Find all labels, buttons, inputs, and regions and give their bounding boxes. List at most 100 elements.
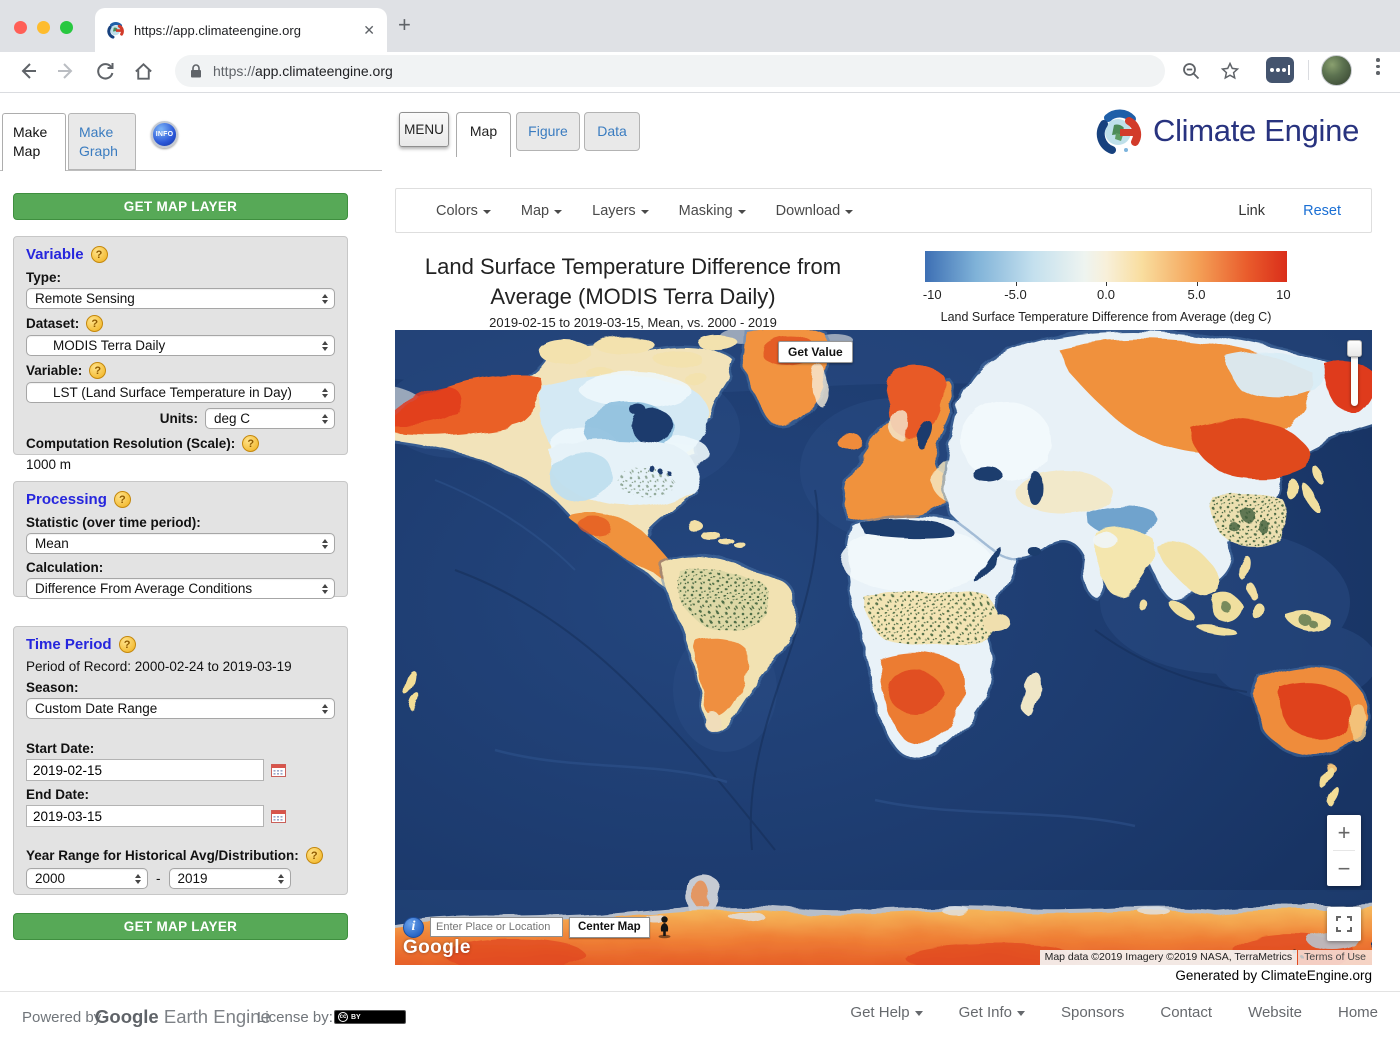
caret-down-icon — [738, 210, 746, 214]
map-title-line1: Land Surface Temperature Difference from — [400, 252, 866, 282]
reload-button[interactable] — [92, 58, 118, 84]
start-date-input[interactable] — [26, 759, 264, 781]
help-icon[interactable]: ? — [91, 246, 108, 263]
footer-links: Get Help Get Info Sponsors Contact Websi… — [850, 1004, 1378, 1021]
statistic-select[interactable]: Mean — [26, 533, 335, 554]
bookmark-star-icon[interactable] — [1217, 58, 1243, 84]
type-select[interactable]: Remote Sensing — [26, 288, 335, 309]
map-canvas[interactable]: Get Value + − i Center Map Google Map da… — [395, 330, 1372, 965]
time-period-section-title: Time Period? — [26, 636, 136, 653]
map-attribution: Map data ©2019 Imagery ©2019 NASA, Terra… — [1040, 950, 1372, 965]
tab-map[interactable]: Map — [456, 112, 511, 157]
help-icon[interactable]: ? — [114, 491, 131, 508]
map-subtitle: 2019-02-15 to 2019-03-15, Mean, vs. 2000… — [400, 315, 866, 330]
browser-tabstrip: https://app.climateengine.org ✕ + — [0, 0, 1400, 52]
season-select[interactable]: Custom Date Range — [26, 698, 335, 719]
google-logo[interactable]: Google — [403, 937, 471, 959]
help-icon[interactable]: ? — [242, 435, 259, 452]
tab-make-map[interactable]: Make Map — [2, 113, 66, 171]
footer-link-sponsors[interactable]: Sponsors — [1061, 1004, 1124, 1021]
colors-menu[interactable]: Colors — [436, 203, 491, 219]
world-map[interactable] — [395, 330, 1372, 965]
year-start-select[interactable]: 2000 — [26, 868, 148, 889]
menu-button[interactable]: MENU — [399, 112, 449, 147]
tab-title: https://app.climateengine.org — [134, 23, 354, 38]
zoom-out-button[interactable]: − — [1327, 851, 1361, 886]
get-value-button[interactable]: Get Value — [778, 341, 853, 363]
google-earth-engine-logo[interactable]: Google Earth Engine — [95, 1006, 271, 1028]
address-bar[interactable]: https://app.climateengine.org — [175, 55, 1165, 87]
info-button[interactable]: INFO — [151, 121, 178, 148]
tab-figure[interactable]: Figure — [516, 112, 580, 151]
zoom-window-button[interactable] — [60, 21, 73, 34]
zoom-in-button[interactable]: + — [1327, 815, 1361, 850]
layers-menu[interactable]: Layers — [592, 203, 649, 219]
place-search-input[interactable] — [430, 917, 563, 937]
map-title-line2: Average (MODIS Terra Daily) — [400, 282, 866, 312]
extension-icon[interactable] — [1266, 57, 1294, 83]
forward-button[interactable] — [53, 58, 79, 84]
help-icon[interactable]: ? — [86, 315, 103, 332]
caret-down-icon — [483, 210, 491, 214]
url-text: https://app.climateengine.org — [213, 63, 393, 79]
profile-avatar[interactable] — [1321, 55, 1352, 86]
footer-link-contact[interactable]: Contact — [1160, 1004, 1212, 1021]
end-date-input[interactable] — [26, 805, 264, 827]
reset-button[interactable]: Reset — [1303, 203, 1341, 219]
dataset-select[interactable]: MODIS Terra Daily — [26, 335, 335, 356]
calculation-select[interactable]: Difference From Average Conditions — [26, 578, 335, 599]
tab-make-graph[interactable]: Make Graph — [68, 113, 136, 170]
help-icon[interactable]: ? — [119, 636, 136, 653]
help-icon[interactable]: ? — [306, 847, 323, 864]
close-window-button[interactable] — [14, 21, 27, 34]
resolution-label: Computation Resolution (Scale):? — [26, 435, 335, 452]
map-toolbar: Colors Map Layers Masking Download Link … — [395, 188, 1372, 233]
home-button[interactable] — [130, 58, 156, 84]
map-title-block: Land Surface Temperature Difference from… — [400, 252, 866, 330]
link-button[interactable]: Link — [1238, 203, 1265, 219]
calendar-icon[interactable] — [271, 809, 286, 823]
caret-down-icon — [1017, 1011, 1025, 1016]
get-map-layer-button-bottom[interactable]: GET MAP LAYER — [13, 913, 348, 940]
time-period-panel: Time Period? Period of Record: 2000-02-2… — [13, 626, 348, 895]
masking-menu[interactable]: Masking — [679, 203, 746, 219]
new-tab-button[interactable]: + — [398, 14, 411, 36]
tab-data[interactable]: Data — [584, 112, 640, 151]
get-map-layer-button-top[interactable]: GET MAP LAYER — [13, 193, 348, 220]
browser-menu-icon[interactable] — [1372, 58, 1384, 75]
fullscreen-button[interactable] — [1327, 907, 1361, 941]
center-map-button[interactable]: Center Map — [569, 917, 650, 938]
footer-link-website[interactable]: Website — [1248, 1004, 1302, 1021]
minimize-window-button[interactable] — [37, 21, 50, 34]
info-icon[interactable]: i — [403, 917, 424, 938]
variable-section-title: Variable? — [26, 246, 108, 263]
select-stepper-icon — [322, 336, 328, 355]
colorbar-label: Land Surface Temperature Difference from… — [925, 310, 1287, 324]
lock-icon — [189, 63, 203, 79]
opacity-slider-thumb[interactable] — [1347, 340, 1362, 357]
footer-link-get-help[interactable]: Get Help — [850, 1004, 922, 1021]
statistic-label: Statistic (over time period): — [26, 515, 335, 530]
back-button[interactable] — [15, 58, 41, 84]
year-range-separator: - — [156, 871, 161, 886]
select-stepper-icon — [278, 869, 284, 888]
help-icon[interactable]: ? — [89, 362, 106, 379]
zoom-out-page-icon[interactable] — [1178, 58, 1204, 84]
footer-link-get-info[interactable]: Get Info — [959, 1004, 1025, 1021]
pegman-icon[interactable] — [656, 915, 673, 939]
year-end-select[interactable]: 2019 — [169, 868, 291, 889]
footer-link-home[interactable]: Home — [1338, 1004, 1378, 1021]
map-menu[interactable]: Map — [521, 203, 562, 219]
download-menu[interactable]: Download — [776, 203, 854, 219]
browser-tab[interactable]: https://app.climateengine.org ✕ — [95, 8, 387, 52]
colorbar-ticks: -10 -5.0 0.0 5.0 10 — [925, 287, 1287, 303]
climate-engine-logo-icon — [1096, 107, 1144, 155]
tab-close-icon[interactable]: ✕ — [363, 22, 375, 39]
attribution-text: Map data ©2019 Imagery ©2019 NASA, Terra… — [1040, 950, 1298, 965]
variable-select[interactable]: LST (Land Surface Temperature in Day) — [26, 382, 335, 403]
terms-of-use-link[interactable]: Terms of Use — [1298, 950, 1372, 965]
calendar-icon[interactable] — [271, 763, 286, 777]
variable-label: Variable:? — [26, 362, 335, 379]
units-select[interactable]: deg C — [205, 408, 335, 429]
cc-license-badge[interactable]: ccBY — [334, 1010, 406, 1024]
